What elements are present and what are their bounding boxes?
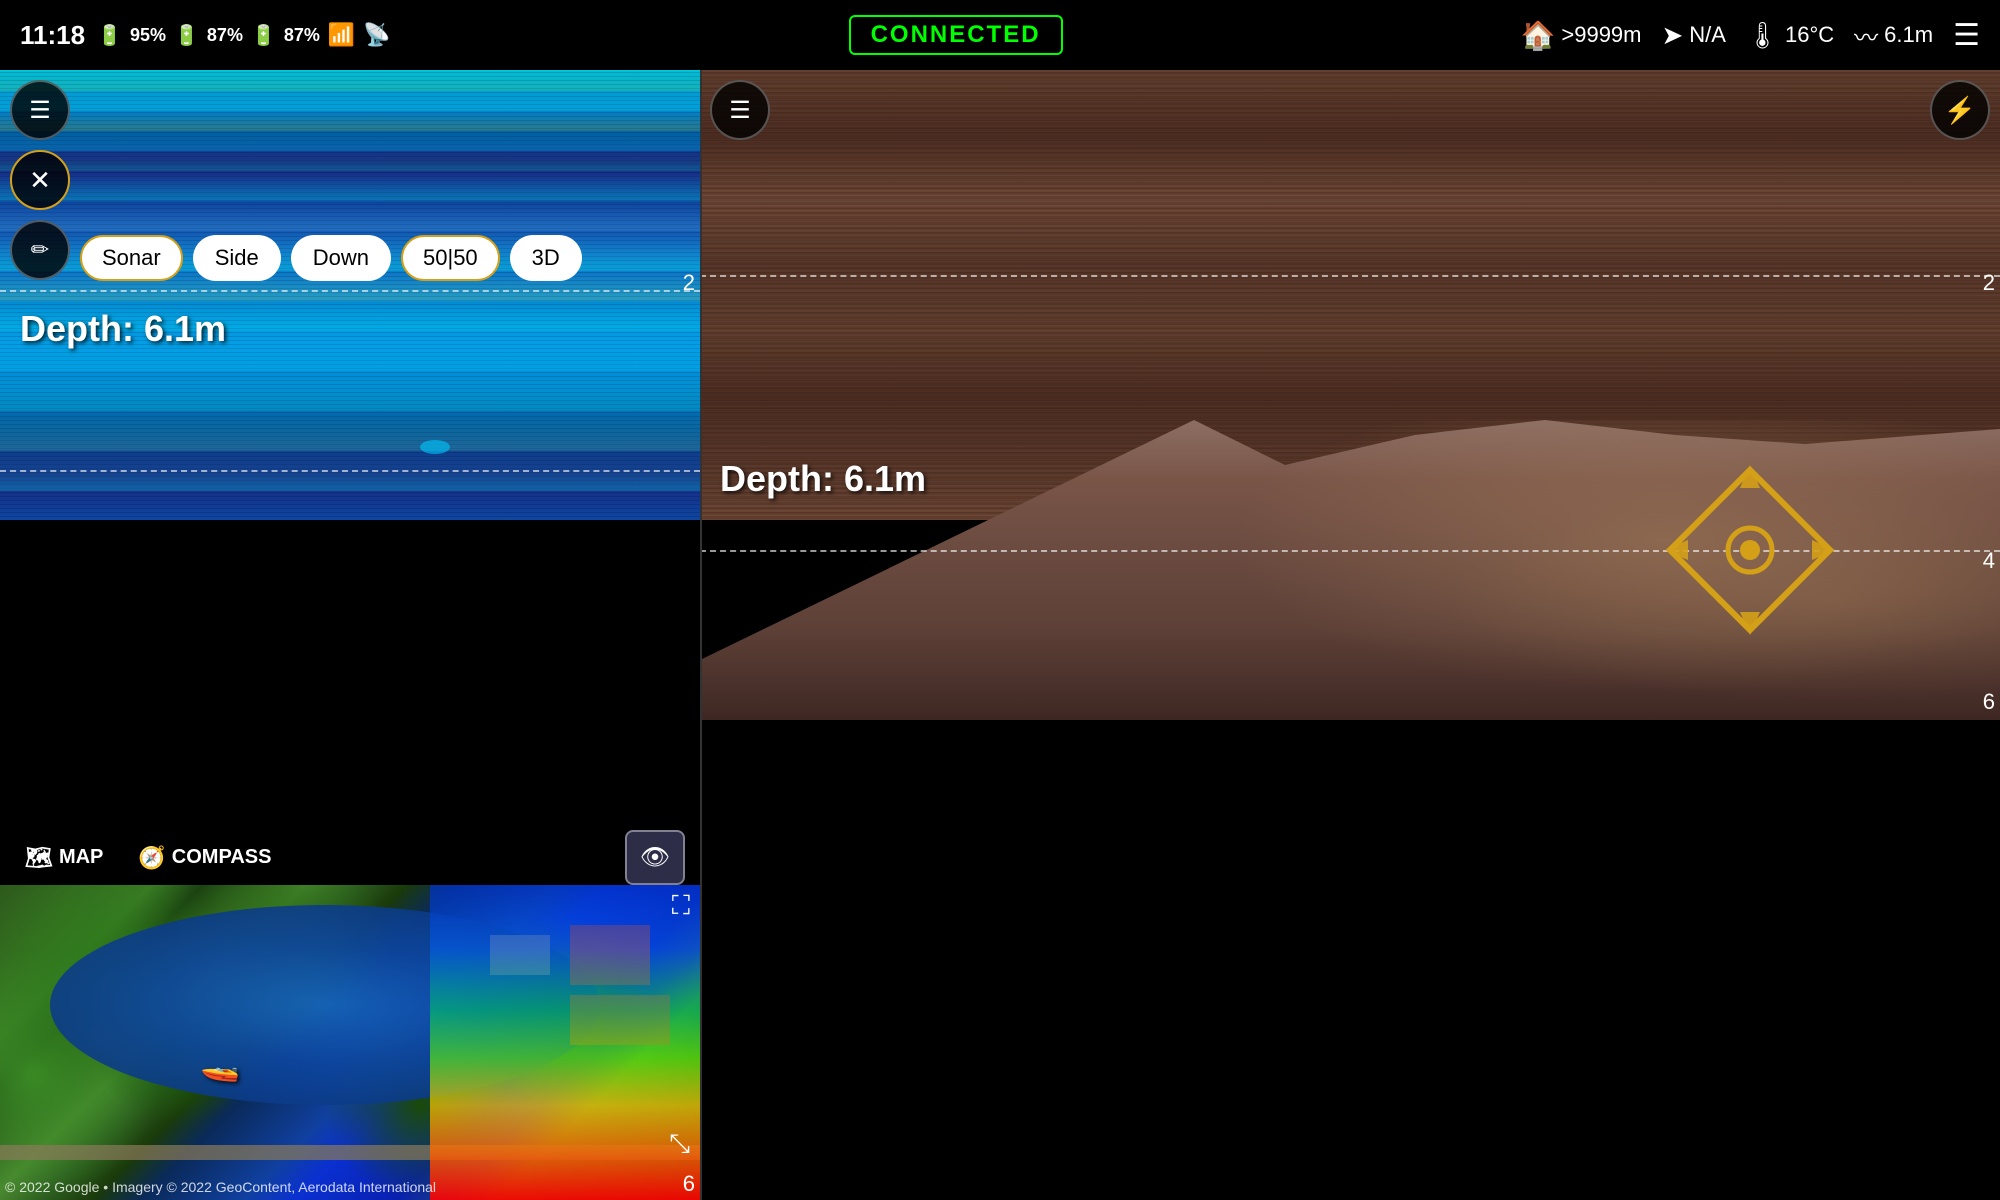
tab-down[interactable]: Down [291, 235, 391, 281]
map-icon: 🗺 [25, 845, 53, 871]
boat-marker: 🚤 [200, 1045, 240, 1083]
connected-text: CONNECTED [871, 21, 1041, 48]
left-depth-label: Depth: 6.1m [20, 308, 226, 350]
pencil-icon: ✏ [31, 237, 49, 263]
tab-side[interactable]: Side [193, 235, 281, 281]
close-button[interactable]: ✕ [10, 150, 70, 210]
battery-icon-1: 🔋 [97, 23, 122, 48]
map-area: 🗺 MAP 🧭 COMPASS 👁 🚤 [0, 830, 700, 1200]
signal-icon: 📶 [328, 22, 355, 48]
expand-map-button[interactable]: ⛶ [672, 890, 690, 922]
compass-icon: 🧭 [138, 845, 165, 871]
left-marker-6: 6 [683, 1171, 695, 1197]
home-icon: 🏠 [1521, 19, 1556, 52]
temp-value: 16°C [1785, 22, 1834, 48]
compass-button[interactable]: 🧭 COMPASS [128, 840, 281, 876]
right-hamburger-icon: ☰ [729, 96, 751, 125]
status-bar: 11:18 🔋 95% 🔋 87% 🔋 87% 📶 📡 CONNECTED 🏠 … [0, 0, 2000, 70]
depth-status-icon: 〰 [1854, 18, 1878, 53]
depth-line-4-left [0, 470, 700, 472]
depth-status-group: 〰 6.1m [1854, 18, 1933, 53]
sonar-tabs: Sonar Side Down 50|50 3D [80, 235, 582, 281]
time-display: 11:18 [20, 20, 85, 51]
battery-pct-2: 87% [207, 25, 243, 46]
panel-divider [700, 70, 702, 1200]
left-panel: Depth: 6.1m 2 4 ☰ ✕ ✏ Sonar Side Down 50… [0, 70, 700, 1200]
flash-icon: ⚡ [1944, 95, 1976, 126]
map-label: MAP [59, 846, 103, 869]
depth-line-2-left [0, 290, 700, 292]
right-marker-2: 2 [1983, 270, 1995, 296]
view-toggle-button[interactable]: 👁 [625, 830, 685, 885]
edit-button[interactable]: ✏ [10, 220, 70, 280]
temp-icon: 🌡 [1746, 20, 1779, 51]
connected-badge: CONNECTED [849, 15, 1063, 55]
left-controls: ☰ ✕ ✏ [10, 80, 70, 280]
tab-sonar[interactable]: Sonar [80, 235, 183, 281]
status-right: 🏠 >9999m ➤ N/A 🌡 16°C 〰 6.1m ☰ [1521, 18, 1980, 53]
tab-3d[interactable]: 3D [510, 235, 582, 281]
battery-icon-3: 🔋 [251, 23, 276, 48]
hamburger-icon: ☰ [29, 96, 51, 125]
close-icon: ✕ [29, 165, 51, 196]
google-attribution: © 2022 Google • Imagery © 2022 GeoConten… [5, 1179, 436, 1195]
minimize-map-button[interactable]: ⤡ [669, 1128, 690, 1160]
left-sonar-display: Depth: 6.1m 2 4 [0, 70, 700, 520]
left-depth-text: Depth: 6.1m [20, 308, 226, 349]
status-left: 11:18 🔋 95% 🔋 87% 🔋 87% 📶 📡 [20, 20, 391, 51]
home-distance: >9999m [1561, 22, 1641, 48]
battery-pct-1: 95% [130, 25, 166, 46]
binoculars-icon: 👁 [640, 843, 670, 872]
depth-line-2-right [700, 275, 2000, 277]
left-menu-button[interactable]: ☰ [10, 80, 70, 140]
menu-icon[interactable]: ☰ [1953, 18, 1980, 53]
compass-label: COMPASS [172, 846, 272, 869]
wifi-icon: 📡 [363, 22, 390, 48]
right-depth-label: Depth: 6.1m [720, 458, 926, 500]
battery-pct-3: 87% [284, 25, 320, 46]
right-menu-button[interactable]: ☰ [710, 80, 770, 140]
flash-button[interactable]: ⚡ [1930, 80, 1990, 140]
bearing-group: ➤ N/A [1662, 20, 1726, 51]
bearing-value: N/A [1689, 22, 1726, 48]
temp-group: 🌡 16°C [1746, 20, 1834, 51]
fish-echo-1 [420, 440, 450, 454]
terrain-texture [1155, 420, 2000, 720]
right-depth-text: Depth: 6.1m [720, 458, 926, 499]
home-group: 🏠 >9999m [1521, 19, 1642, 52]
battery-icon-2: 🔋 [174, 23, 199, 48]
map-controls-bar: 🗺 MAP 🧭 COMPASS 👁 [0, 830, 700, 885]
right-marker-4: 4 [1983, 548, 1995, 574]
right-panel: Depth: 6.1m 2 4 6 [700, 70, 2000, 1200]
left-marker-2: 2 [683, 270, 695, 296]
right-controls: ☰ ⚡ [710, 80, 1990, 140]
status-icons: 🔋 95% 🔋 87% 🔋 87% 📶 📡 [97, 22, 391, 48]
right-marker-6: 6 [1983, 689, 1995, 715]
depth-status-value: 6.1m [1884, 22, 1933, 48]
nav-diamond [1660, 460, 1840, 640]
tab-5050[interactable]: 50|50 [401, 235, 500, 281]
heatmap-overlay [430, 885, 700, 1200]
map-button[interactable]: 🗺 MAP [15, 840, 113, 876]
bearing-icon: ➤ [1662, 20, 1684, 51]
right-sonar-area: Depth: 6.1m 2 4 6 [700, 70, 2000, 720]
sonar-streaks-left [0, 70, 700, 520]
